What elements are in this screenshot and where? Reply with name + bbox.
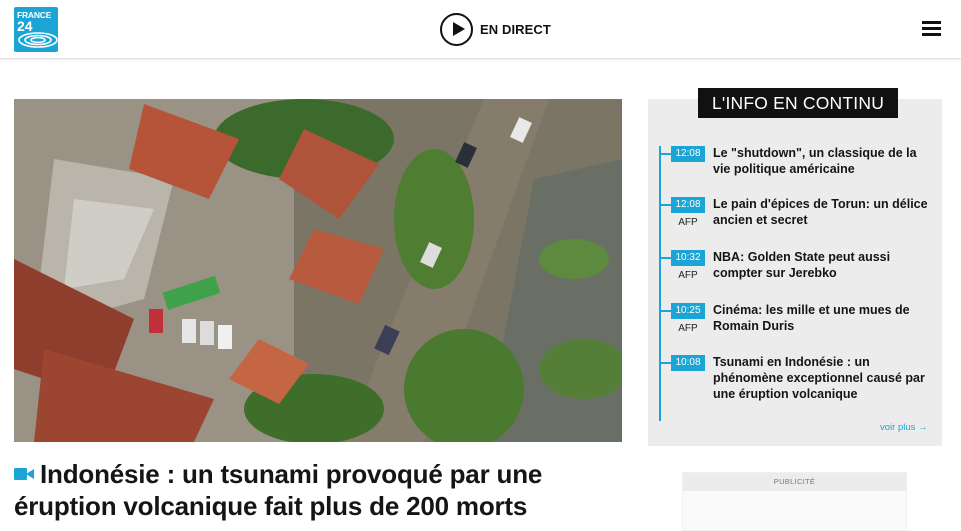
news-source: AFP [678, 217, 698, 228]
live-label: EN DIRECT [480, 21, 551, 37]
live-news-panel: L'INFO EN CONTINU 12:08 Le "shutdown", u… [648, 88, 942, 446]
hero-headline[interactable]: Indonésie : un tsunami provoqué par une … [14, 458, 614, 522]
news-time: 12:08 [671, 197, 705, 213]
hamburger-icon[interactable] [922, 21, 941, 36]
panel-title: L'INFO EN CONTINU [698, 88, 899, 118]
ad-label: PUBLICITÉ [683, 473, 906, 491]
headline-text: Indonésie : un tsunami provoqué par une … [14, 459, 543, 521]
video-camera-icon [14, 467, 34, 481]
news-source: AFP [678, 270, 698, 281]
news-time: 12:08 [671, 146, 705, 162]
news-title[interactable]: Cinéma: les mille et une mues de Romain … [713, 302, 928, 334]
live-button[interactable]: EN DIRECT [440, 12, 551, 46]
hero-image[interactable] [14, 99, 622, 442]
news-time: 10:25 [671, 303, 705, 319]
play-icon [440, 12, 473, 46]
see-more-link[interactable]: voir plus → [880, 422, 928, 433]
news-source: AFP [678, 323, 698, 334]
news-time: 10:08 [671, 355, 705, 371]
news-title[interactable]: Le "shutdown", un classique de la vie po… [713, 145, 928, 177]
logo-waves-icon [18, 32, 58, 48]
news-title[interactable]: Le pain d'épices de Torun: un délice anc… [713, 196, 928, 228]
site-header: FRANCE 24 EN DIRECT [0, 0, 961, 59]
news-title[interactable]: NBA: Golden State peut aussi compter sur… [713, 249, 928, 281]
news-time: 10:32 [671, 250, 705, 266]
advertisement: PUBLICITÉ [682, 472, 907, 531]
timeline-line [659, 146, 661, 421]
news-title[interactable]: Tsunami en Indonésie : un phénomène exce… [713, 354, 928, 402]
france24-logo[interactable]: FRANCE 24 [14, 7, 58, 52]
